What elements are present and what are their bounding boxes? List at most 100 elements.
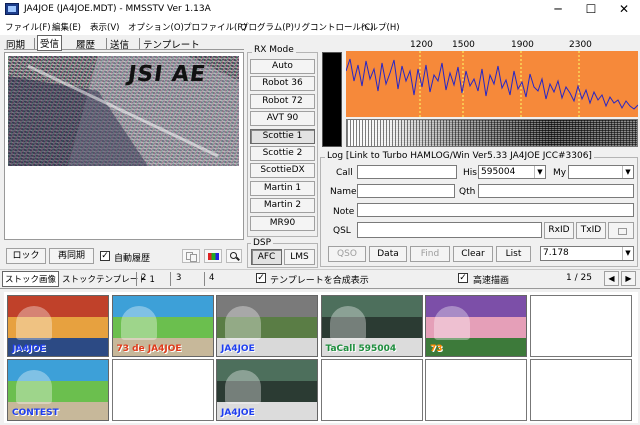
thumbnail-picture	[329, 306, 366, 340]
my-dropdown-icon[interactable]: ▼	[622, 166, 633, 178]
title-bar: JA4JOE (JA4JOE.MDT) - MMSSTV Ver 1.13A ─…	[0, 0, 640, 19]
frequency-scale	[346, 39, 638, 51]
menu-file[interactable]: ファイル(F)	[5, 21, 51, 33]
stock-thumbnail[interactable]: JA4JOE	[216, 295, 318, 357]
rx-mode-avt-90[interactable]: AVT 90	[250, 111, 315, 127]
rx-mode-scottie-2[interactable]: Scottie 2	[250, 146, 315, 161]
thumbnail-picture	[16, 370, 52, 404]
stock-thumbnail[interactable]: 73	[425, 295, 527, 357]
menu-bar: ファイル(F) 編集(E) 表示(V) オプション(O) プロファイル(R) プ…	[0, 19, 640, 35]
call-label: Call	[336, 168, 353, 178]
thumbnail-caption: JA4JOE	[12, 344, 46, 354]
name-input[interactable]	[357, 184, 455, 198]
his-value: 595004	[481, 167, 516, 177]
clear-button[interactable]: Clear	[453, 246, 493, 262]
freq-label-1200: 1200	[410, 40, 433, 50]
rx-mode-label: RX Mode	[252, 45, 296, 55]
spectrum-display[interactable]	[346, 51, 638, 117]
tab-receive[interactable]: 受信	[37, 35, 63, 51]
rx-image[interactable]: JSI AE	[8, 56, 239, 166]
rx-mode-robot-72[interactable]: Robot 72	[250, 93, 315, 109]
composite-template-checkbox[interactable]: ✓	[256, 273, 266, 283]
fast-draw-checkbox[interactable]: ✓	[458, 273, 468, 283]
stock-thumbnail[interactable]: JA4JOE	[7, 295, 109, 357]
tab-stock-template-4[interactable]: 4	[209, 273, 214, 283]
menu-help[interactable]: ヘルプ(H)	[361, 21, 400, 33]
minimize-button[interactable]: ─	[542, 0, 574, 19]
rx-mode-auto[interactable]: Auto	[250, 59, 315, 74]
freq-label-1500: 1500	[452, 40, 475, 50]
maximize-button[interactable]: ☐	[575, 0, 607, 19]
tab-sync[interactable]: 同期	[6, 37, 25, 51]
qso-button[interactable]: QSO	[328, 246, 366, 262]
data-button[interactable]: Data	[369, 246, 407, 262]
rx-mode-robot-36[interactable]: Robot 36	[250, 76, 315, 92]
rx-mode-scottie-1[interactable]: Scottie 1	[250, 128, 315, 144]
qth-input[interactable]	[478, 184, 634, 198]
log-title: Log [Link to Turbo HAMLOG/Win Ver5.33 JA…	[325, 151, 594, 161]
stock-thumbnail[interactable]	[111, 359, 214, 421]
waterfall-display[interactable]	[346, 119, 638, 147]
menu-edit[interactable]: 編集(E)	[52, 21, 81, 33]
copy-icon[interactable]	[182, 249, 200, 263]
txid-button[interactable]: TxID	[576, 222, 606, 239]
my-combo[interactable]: ▼	[568, 165, 634, 179]
tab-stock-template-2[interactable]: 2	[141, 273, 146, 283]
qsl-input[interactable]	[357, 222, 542, 238]
call-input[interactable]	[357, 165, 457, 179]
his-combo[interactable]: 595004 ▼	[478, 165, 546, 179]
resync-button[interactable]: 再同期	[49, 248, 94, 264]
thumbnail-caption: 73 de JA4JOE	[116, 344, 182, 354]
frequency-value: 7.178	[543, 248, 569, 258]
dsp-label: DSP	[251, 238, 274, 248]
stock-thumbnail[interactable]	[320, 359, 423, 421]
stock-thumbnail[interactable]: JA4JOE	[216, 359, 318, 421]
lock-button[interactable]: ロック	[6, 248, 46, 264]
app-icon	[5, 3, 19, 15]
close-button[interactable]: ✕	[608, 0, 640, 19]
prev-page-button[interactable]: ◀	[604, 271, 619, 286]
tab-send[interactable]: 送信	[110, 37, 129, 51]
window-title: JA4JOE (JA4JOE.MDT) - MMSSTV Ver 1.13A	[24, 4, 211, 14]
frequency-combo[interactable]: 7.178 ▼	[540, 246, 634, 261]
tab-history[interactable]: 履歴	[76, 37, 95, 51]
rxid-button[interactable]: RxID	[544, 222, 574, 239]
stock-thumbnail[interactable]	[425, 359, 527, 421]
auto-history-checkbox[interactable]: ✓	[100, 251, 110, 261]
tab-stock-template-3[interactable]: 3	[176, 273, 181, 283]
thumbnail-caption: TaCall 595004	[325, 344, 397, 354]
stock-thumbnail[interactable]: CONTEST	[7, 359, 109, 421]
rx-mode-scottiedx[interactable]: ScottieDX	[250, 163, 315, 179]
settings-icon[interactable]	[608, 222, 634, 239]
afc-button[interactable]: AFC	[251, 249, 282, 265]
tab-stock-images[interactable]: ストック画像	[2, 271, 60, 287]
menu-options[interactable]: オプション(O)	[128, 21, 184, 33]
rx-mode-martin-1[interactable]: Martin 1	[250, 180, 315, 196]
stock-thumbnail[interactable]	[529, 295, 632, 357]
list-button[interactable]: List	[496, 246, 531, 262]
zoom-icon[interactable]	[226, 249, 242, 263]
his-label: His	[463, 168, 477, 178]
menu-profile[interactable]: プロファイル(R)	[183, 21, 247, 33]
stock-thumbnail[interactable]: 73 de JA4JOE	[111, 295, 214, 357]
menu-program[interactable]: プログラム(P)	[240, 21, 294, 33]
frequency-dropdown-icon[interactable]: ▼	[622, 247, 633, 260]
fast-draw-label: 高速描画	[473, 276, 510, 286]
note-input[interactable]	[357, 203, 634, 217]
rx-mode-martin-2[interactable]: Martin 2	[250, 198, 315, 214]
auto-history-label: 自動履歴	[114, 254, 151, 264]
lms-button[interactable]: LMS	[284, 249, 315, 265]
stock-thumbnail[interactable]	[529, 359, 632, 421]
note-label: Note	[333, 207, 355, 217]
stock-thumbnail[interactable]: TaCall 595004	[320, 295, 423, 357]
rx-mode-mr90[interactable]: MR90	[250, 215, 315, 231]
his-dropdown-icon[interactable]: ▼	[534, 166, 545, 178]
next-page-button[interactable]: ▶	[621, 271, 636, 286]
freq-label-2300: 2300	[569, 40, 592, 50]
my-label: My	[553, 168, 567, 178]
menu-view[interactable]: 表示(V)	[90, 21, 119, 33]
find-button[interactable]: Find	[410, 246, 450, 262]
image-icon[interactable]	[204, 249, 222, 263]
composite-template-label: テンプレートを合成表示	[270, 276, 369, 286]
tab-template[interactable]: テンプレート	[143, 37, 200, 51]
